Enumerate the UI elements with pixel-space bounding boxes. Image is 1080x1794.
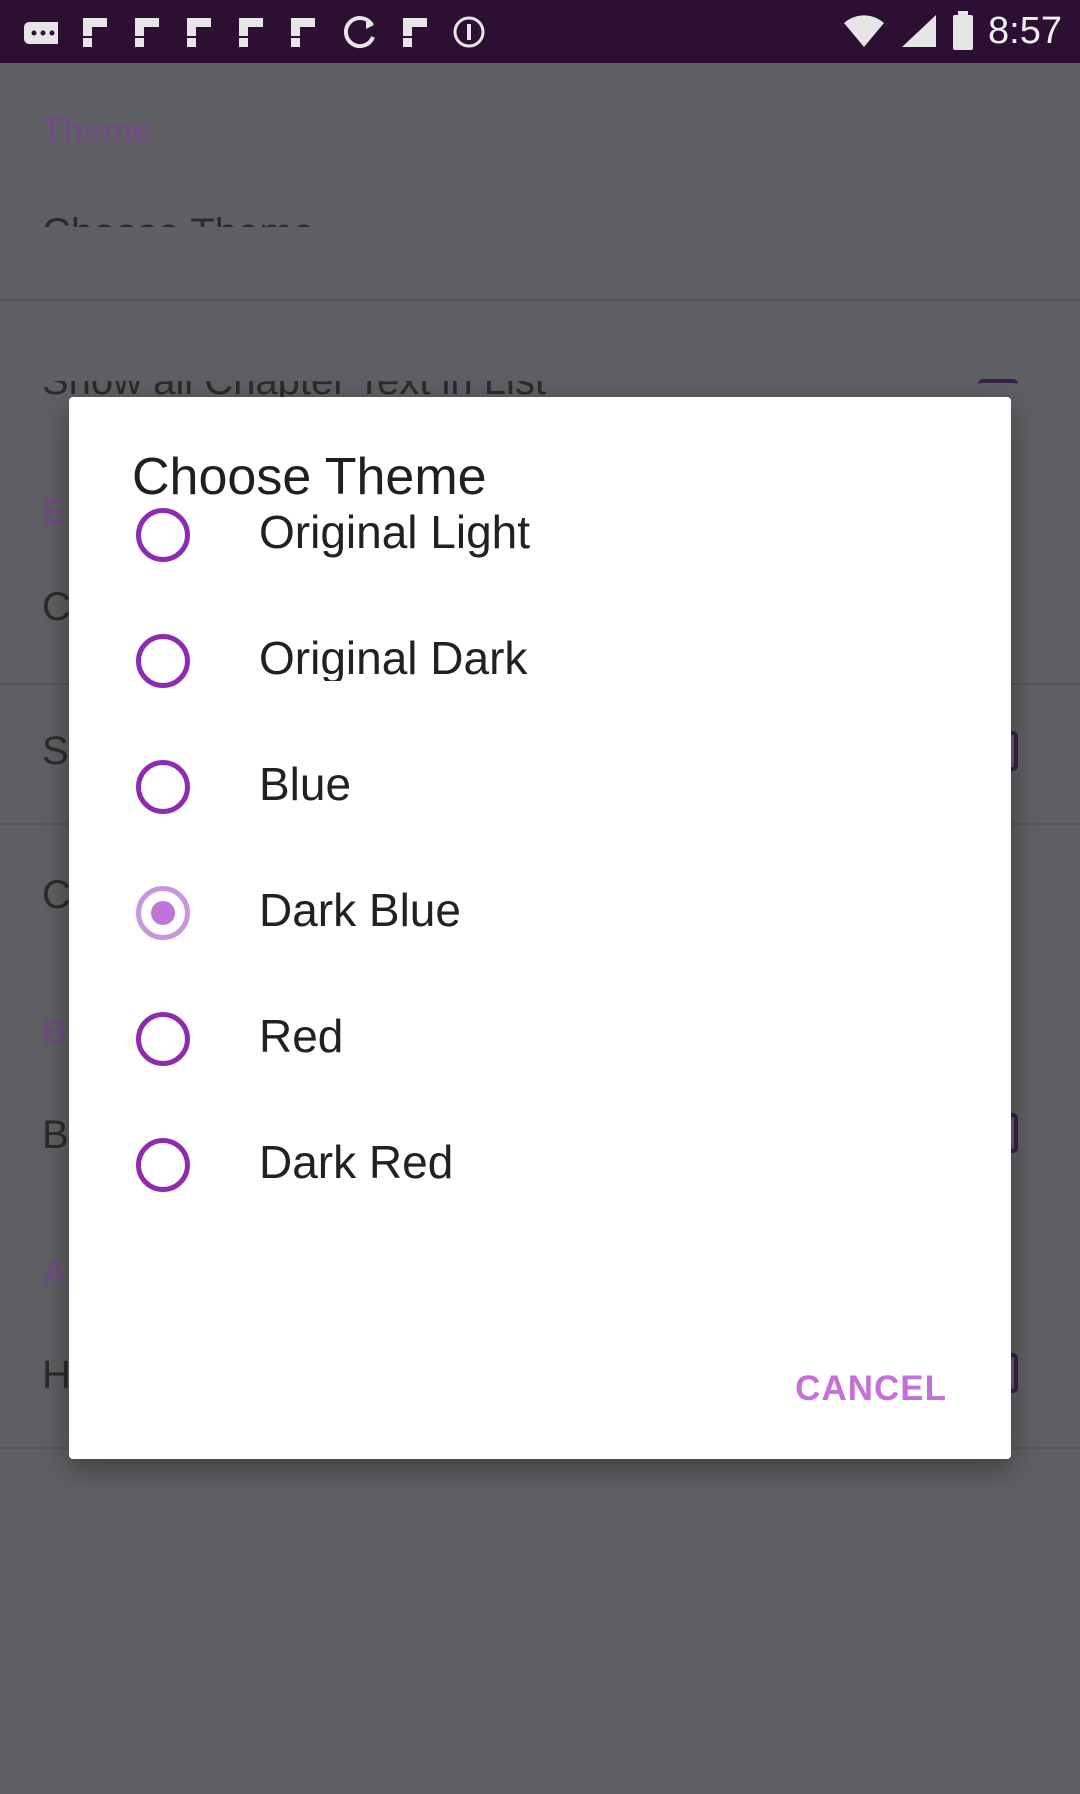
radio-button-checked[interactable] — [136, 886, 190, 940]
chat-icon — [24, 22, 58, 44]
status-bar: 8:57 — [0, 0, 1080, 63]
radio-button[interactable] — [136, 760, 190, 814]
setting-c[interactable]: C — [42, 585, 71, 630]
system-icons: 8:57 — [842, 8, 1062, 54]
flipboard-icon — [187, 18, 211, 47]
setting-choose-theme[interactable]: Choose Theme — [42, 203, 315, 227]
flipboard-icon — [135, 18, 159, 47]
theme-option-red[interactable]: Red — [69, 977, 1011, 1103]
flipboard-icon — [291, 18, 315, 47]
radio-button[interactable] — [136, 1012, 190, 1066]
flipboard-icon — [239, 18, 263, 47]
setting-c[interactable]: C — [42, 873, 71, 918]
setting-h[interactable]: H — [42, 1353, 71, 1398]
signal-icon — [902, 15, 937, 47]
option-label: Original Light — [259, 506, 531, 558]
theme-option-dark-red[interactable]: Dark Red — [69, 1103, 1011, 1229]
checkbox[interactable] — [978, 379, 1018, 395]
category-e: E — [42, 493, 65, 531]
divider — [0, 299, 1080, 301]
theme-option-blue[interactable]: Blue — [69, 725, 1011, 851]
option-label: Dark Red — [259, 1136, 454, 1185]
radio-button[interactable] — [136, 634, 190, 688]
theme-option-dark-blue[interactable]: Dark Blue — [69, 851, 1011, 977]
category-b: B — [42, 1013, 67, 1051]
theme-option-original-light[interactable]: Original Light — [69, 473, 1011, 599]
flipboard-icon — [83, 18, 107, 47]
clock: 8:57 — [988, 9, 1062, 52]
option-label: Dark Blue — [259, 884, 461, 936]
wifi-icon — [844, 15, 885, 47]
setting-s[interactable]: S — [42, 729, 69, 774]
flipboard-icon — [403, 18, 427, 47]
radio-button[interactable] — [136, 508, 190, 562]
category-theme: Theme — [42, 111, 152, 149]
theme-option-original-dark[interactable]: Original Dark — [69, 599, 1011, 725]
option-label: Red — [259, 1010, 344, 1062]
option-label: Blue — [259, 758, 352, 810]
info-icon — [453, 16, 485, 48]
option-label: Original Dark — [259, 632, 528, 681]
category-a: A — [42, 1253, 67, 1291]
setting-b[interactable]: B — [42, 1113, 69, 1158]
cancel-button[interactable]: CANCEL — [795, 1369, 947, 1409]
choose-theme-dialog: Choose Theme Original Light Original Dar… — [69, 397, 1011, 1459]
radio-button[interactable] — [136, 1138, 190, 1192]
battery-icon — [953, 11, 974, 50]
notification-icons — [18, 10, 486, 54]
setting-show-chapter-text[interactable]: Show all Chapter Text in List — [42, 381, 546, 397]
sync-icon — [343, 16, 375, 48]
